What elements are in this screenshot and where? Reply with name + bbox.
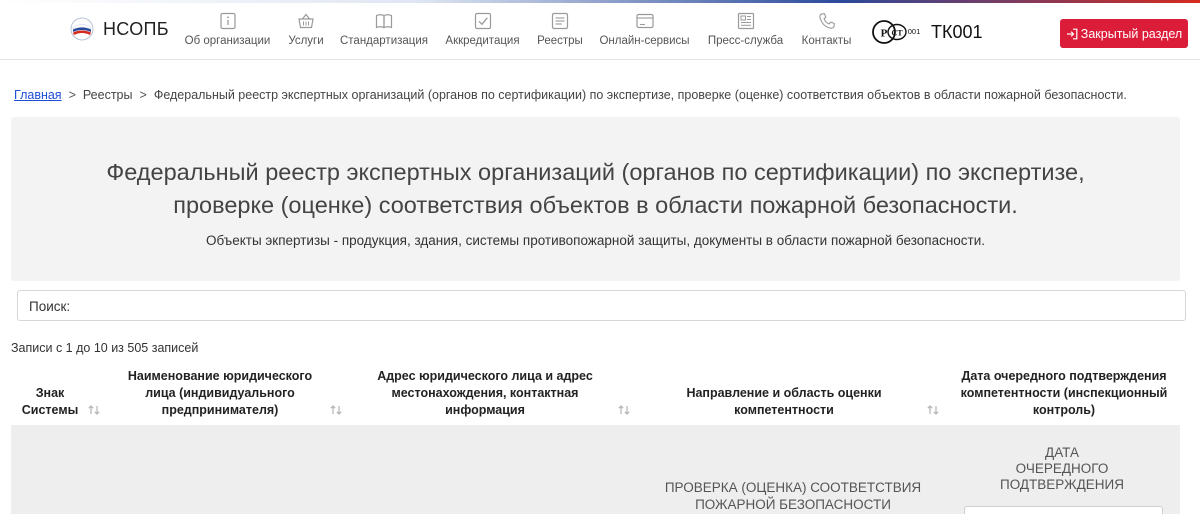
closed-section-button[interactable]: Закрытый раздел	[1060, 19, 1188, 48]
page-subtitle: Объекты экпертизы - продукция, здания, с…	[205, 233, 986, 248]
search-input[interactable]: Поиск:	[17, 290, 1186, 321]
logo-text: НСОПБ	[103, 18, 169, 39]
header-line: компетентности	[734, 403, 834, 417]
header-line: местонахождения, контактная	[391, 386, 579, 400]
header-line: Дата очередного подтверждения	[961, 369, 1167, 383]
header-line: контроль)	[1032, 403, 1096, 417]
phone-icon	[818, 13, 835, 29]
header-line: компетентности (инспекционный	[960, 386, 1168, 400]
nav-online-services-label: Онлайн-сервисы	[599, 35, 690, 47]
logo-mark-icon	[70, 17, 94, 41]
svg-text:Р: Р	[881, 27, 888, 39]
column-header-system-mark[interactable]: Знак Системы	[13, 385, 87, 419]
breadcrumb-current: Федеральный реестр экспертных организаци…	[153, 88, 1127, 102]
header-line: Системы	[21, 403, 79, 417]
header-line: информация	[445, 403, 525, 417]
date-filter-label: Дата очередного подтверждения	[962, 445, 1162, 493]
window-icon	[635, 13, 654, 29]
nav-online-services[interactable]: Онлайн-сервисы	[599, 12, 690, 56]
header-line: лица (индивидуального	[145, 386, 295, 400]
site-logo[interactable]: НСОПБ	[70, 17, 169, 41]
rst-emblem-icon: Р СТ 001	[872, 20, 921, 44]
direction-filter-line: Проверка (оценка) соответствия	[664, 480, 922, 495]
svg-text:001: 001	[908, 27, 921, 36]
top-navbar: НСОПБ Об организации Услуги Стандартизац…	[0, 3, 1200, 60]
breadcrumb-home-link[interactable]: Главная	[14, 88, 62, 102]
date-filter-line: Дата	[1045, 445, 1079, 460]
nav-registries[interactable]: Реестры	[536, 12, 584, 56]
book-icon	[375, 14, 393, 29]
date-filter-line: подтверждения	[1000, 477, 1124, 492]
header-line: Направление и область оценки	[686, 386, 882, 400]
column-header-direction[interactable]: Направление и область оценки компетентно…	[664, 385, 904, 419]
closed-section-label: Закрытый раздел	[1080, 26, 1183, 41]
nav-registries-label: Реестры	[537, 35, 583, 47]
breadcrumb-separator: >	[139, 88, 147, 102]
nav-press-service[interactable]: Пресс-служба	[706, 12, 785, 56]
nav-contacts-label: Контакты	[801, 35, 852, 47]
info-icon	[219, 12, 236, 30]
header-line: Наименование юридического	[127, 369, 313, 383]
nav-services-label: Услуги	[288, 35, 324, 47]
basket-icon	[298, 13, 314, 29]
header-line: Адрес юридического лица и адрес	[377, 369, 593, 383]
breadcrumb-registries[interactable]: Реестры	[83, 88, 133, 102]
direction-filter-line: пожарной безопасности	[695, 497, 891, 512]
column-header-next-confirmation-date[interactable]: Дата очередного подтверждения компетентн…	[946, 368, 1182, 419]
sort-icon[interactable]	[87, 404, 101, 416]
page-title-line2: проверке (оценке) соответствия объектов …	[173, 192, 1018, 218]
sort-icon[interactable]	[926, 404, 940, 416]
nav-accreditation[interactable]: Аккредитация	[444, 12, 521, 56]
sort-icon[interactable]	[329, 404, 343, 416]
column-header-legal-entity-name[interactable]: Наименование юридического лица (индивиду…	[112, 368, 328, 419]
header-line: Знак	[35, 386, 65, 400]
page-title-line1: Федеральный реестр экспертных организаци…	[106, 159, 1085, 185]
nav-contacts[interactable]: Контакты	[801, 12, 852, 56]
breadcrumb-separator: >	[68, 88, 76, 102]
list-icon	[551, 12, 569, 30]
direction-filter-label: Проверка (оценка) соответствия пожарной …	[650, 479, 936, 513]
hero-banner: Федеральный реестр экспертных организаци…	[11, 117, 1180, 281]
date-filter-line: очередного	[1015, 461, 1109, 476]
nav-services[interactable]: Услуги	[284, 12, 328, 56]
tk-label: ТК001	[931, 21, 983, 42]
nav-press-service-label: Пресс-служба	[707, 35, 784, 47]
column-header-address[interactable]: Адрес юридического лица и адрес местонах…	[362, 368, 608, 419]
newspaper-icon	[737, 12, 754, 30]
search-label: Поиск:	[29, 299, 71, 314]
nav-accreditation-label: Аккредитация	[445, 35, 520, 47]
page-title: Федеральный реестр экспертных организаци…	[11, 156, 1180, 222]
tk-badge[interactable]: Р СТ 001 ТК001	[871, 19, 983, 45]
records-info: Записи с 1 до 10 из 505 записей	[11, 341, 199, 355]
nav-about[interactable]: Об организации	[184, 12, 271, 56]
nav-about-label: Об организации	[184, 35, 271, 47]
breadcrumb: Главная > Реестры > Федеральный реестр экспе…	[14, 88, 1127, 102]
header-line: предпринимателя)	[161, 403, 279, 417]
nav-standardization[interactable]: Стандартизация	[340, 12, 428, 56]
sort-icon[interactable]	[617, 404, 631, 416]
date-filter-input[interactable]	[964, 506, 1163, 514]
login-icon	[1066, 28, 1078, 39]
svg-text:СТ: СТ	[891, 29, 903, 38]
check-icon	[474, 12, 491, 30]
nav-standardization-label: Стандартизация	[339, 35, 429, 47]
